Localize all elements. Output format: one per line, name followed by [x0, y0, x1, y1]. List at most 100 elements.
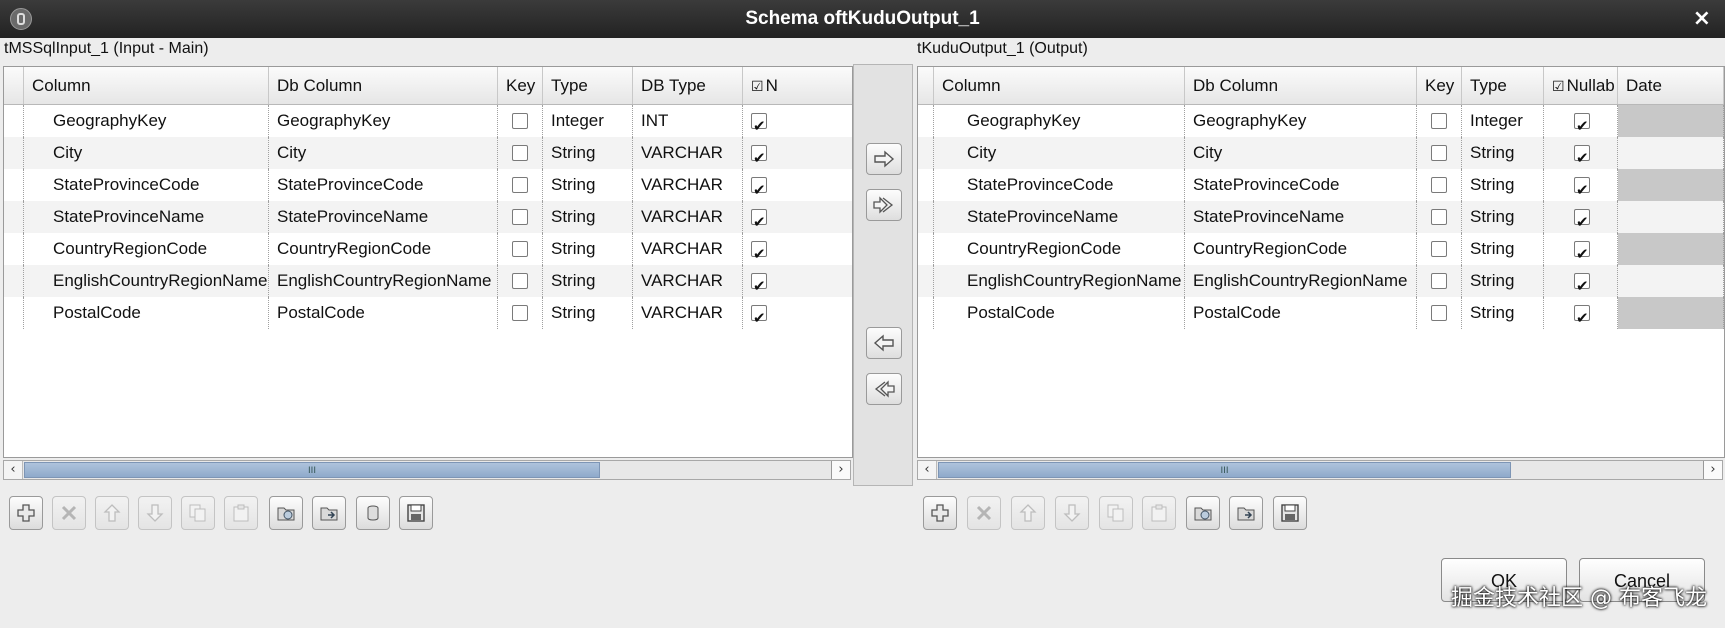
cell-db-column[interactable]: PostalCode: [1185, 297, 1417, 329]
copy-selected-left-button[interactable]: [866, 327, 902, 359]
cell-db-column[interactable]: StateProvinceCode: [269, 169, 498, 201]
cell-type[interactable]: String: [543, 201, 633, 233]
export-schema-button[interactable]: [312, 496, 346, 530]
cell-key[interactable]: [1417, 105, 1462, 137]
cell-type[interactable]: String: [543, 169, 633, 201]
cell-key[interactable]: [1417, 201, 1462, 233]
cell-key[interactable]: [1417, 297, 1462, 329]
cell-db-type[interactable]: VARCHAR: [633, 201, 743, 233]
cell-nullable[interactable]: [743, 105, 852, 137]
cell-column[interactable]: CountryRegionCode: [24, 233, 269, 265]
column-header-nullable[interactable]: ☑ Nullab: [1544, 67, 1618, 104]
cell-key[interactable]: [498, 137, 543, 169]
cell-db-column[interactable]: EnglishCountryRegionName: [269, 265, 498, 297]
nullable-checkbox[interactable]: [751, 206, 767, 233]
row-handle[interactable]: [4, 297, 24, 329]
cell-key[interactable]: [498, 265, 543, 297]
cell-key[interactable]: [1417, 137, 1462, 169]
cell-type[interactable]: String: [1462, 201, 1544, 233]
nullable-checkbox[interactable]: [1574, 238, 1590, 265]
cell-db-type[interactable]: INT: [633, 105, 743, 137]
cell-nullable[interactable]: [743, 297, 852, 329]
scroll-right-icon[interactable]: ›: [831, 461, 850, 479]
cell-db-column[interactable]: GeographyKey: [269, 105, 498, 137]
cell-column[interactable]: GeographyKey: [934, 105, 1185, 137]
column-header-db-column[interactable]: Db Column: [269, 67, 498, 104]
column-header-column[interactable]: Column: [24, 67, 269, 104]
copy-button[interactable]: [1099, 496, 1133, 530]
table-row[interactable]: GeographyKey GeographyKey Integer: [918, 105, 1724, 137]
cell-nullable[interactable]: [743, 137, 852, 169]
right-scroll-thumb[interactable]: III: [938, 462, 1511, 478]
copy-all-right-button[interactable]: [866, 189, 902, 221]
move-up-button[interactable]: [1011, 496, 1045, 530]
cell-key[interactable]: [498, 297, 543, 329]
output-schema-table[interactable]: Column Db Column Key Type ☑ Nullab Date Geograp…: [917, 66, 1725, 458]
cell-db-column[interactable]: CountryRegionCode: [269, 233, 498, 265]
paste-button[interactable]: [1142, 496, 1176, 530]
left-horizontal-scrollbar[interactable]: ‹ III ›: [3, 460, 851, 480]
key-checkbox[interactable]: [1431, 209, 1447, 225]
cell-type[interactable]: String: [1462, 233, 1544, 265]
cell-db-column[interactable]: GeographyKey: [1185, 105, 1417, 137]
table-row[interactable]: City City String: [918, 137, 1724, 169]
scroll-right-icon[interactable]: ›: [1703, 461, 1722, 479]
key-checkbox[interactable]: [512, 113, 528, 129]
cell-type[interactable]: String: [1462, 297, 1544, 329]
cell-db-type[interactable]: VARCHAR: [633, 169, 743, 201]
copy-all-left-button[interactable]: [866, 373, 902, 405]
nullable-checkbox[interactable]: [751, 270, 767, 297]
table-row[interactable]: GeographyKey GeographyKey Integer INT: [4, 105, 852, 137]
cell-type[interactable]: String: [1462, 169, 1544, 201]
key-checkbox[interactable]: [512, 305, 528, 321]
row-handle[interactable]: [4, 105, 24, 137]
cell-nullable[interactable]: [743, 201, 852, 233]
table-row[interactable]: City City String VARCHAR: [4, 137, 852, 169]
cell-nullable[interactable]: [743, 265, 852, 297]
db-button[interactable]: [356, 496, 390, 530]
row-handle[interactable]: [918, 137, 934, 169]
copy-selected-right-button[interactable]: [866, 143, 902, 175]
table-row[interactable]: CountryRegionCode CountryRegionCode String…: [4, 233, 852, 265]
key-checkbox[interactable]: [1431, 113, 1447, 129]
cell-type[interactable]: Integer: [543, 105, 633, 137]
cell-key[interactable]: [498, 233, 543, 265]
remove-row-button[interactable]: [52, 496, 86, 530]
cell-date[interactable]: [1618, 169, 1724, 201]
cell-db-column[interactable]: PostalCode: [269, 297, 498, 329]
cell-nullable[interactable]: [1544, 105, 1618, 137]
cell-nullable[interactable]: [1544, 201, 1618, 233]
cell-db-type[interactable]: VARCHAR: [633, 265, 743, 297]
cell-nullable[interactable]: [1544, 169, 1618, 201]
column-header-key[interactable]: Key: [498, 67, 543, 104]
scroll-left-icon[interactable]: ‹: [918, 461, 937, 479]
cell-type[interactable]: String: [543, 233, 633, 265]
cell-type[interactable]: String: [543, 137, 633, 169]
column-header-type[interactable]: Type: [1462, 67, 1544, 104]
cell-type[interactable]: String: [543, 265, 633, 297]
cell-type[interactable]: Integer: [1462, 105, 1544, 137]
row-handle[interactable]: [918, 201, 934, 233]
cell-type[interactable]: String: [543, 297, 633, 329]
nullable-checkbox[interactable]: [1574, 206, 1590, 233]
row-handle[interactable]: [4, 265, 24, 297]
column-header-db-type[interactable]: DB Type: [633, 67, 743, 104]
input-schema-table[interactable]: Column Db Column Key Type DB Type ☑ N Geography…: [3, 66, 853, 458]
add-row-button[interactable]: [9, 496, 43, 530]
cell-column[interactable]: City: [24, 137, 269, 169]
cell-db-column[interactable]: EnglishCountryRegionName: [1185, 265, 1417, 297]
table-row[interactable]: StateProvinceName StateProvinceName String: [918, 201, 1724, 233]
cell-column[interactable]: StateProvinceName: [24, 201, 269, 233]
cell-column[interactable]: EnglishCountryRegionName: [934, 265, 1185, 297]
cell-date[interactable]: [1618, 137, 1724, 169]
table-row[interactable]: PostalCode PostalCode String VARCHAR: [4, 297, 852, 329]
add-row-button[interactable]: [923, 496, 957, 530]
cell-nullable[interactable]: [1544, 233, 1618, 265]
key-checkbox[interactable]: [512, 273, 528, 289]
cell-column[interactable]: CountryRegionCode: [934, 233, 1185, 265]
cell-db-type[interactable]: VARCHAR: [633, 137, 743, 169]
move-down-button[interactable]: [138, 496, 172, 530]
table-row[interactable]: PostalCode PostalCode String: [918, 297, 1724, 329]
save-schema-button[interactable]: [399, 496, 433, 530]
table-row[interactable]: StateProvinceName StateProvinceName String…: [4, 201, 852, 233]
